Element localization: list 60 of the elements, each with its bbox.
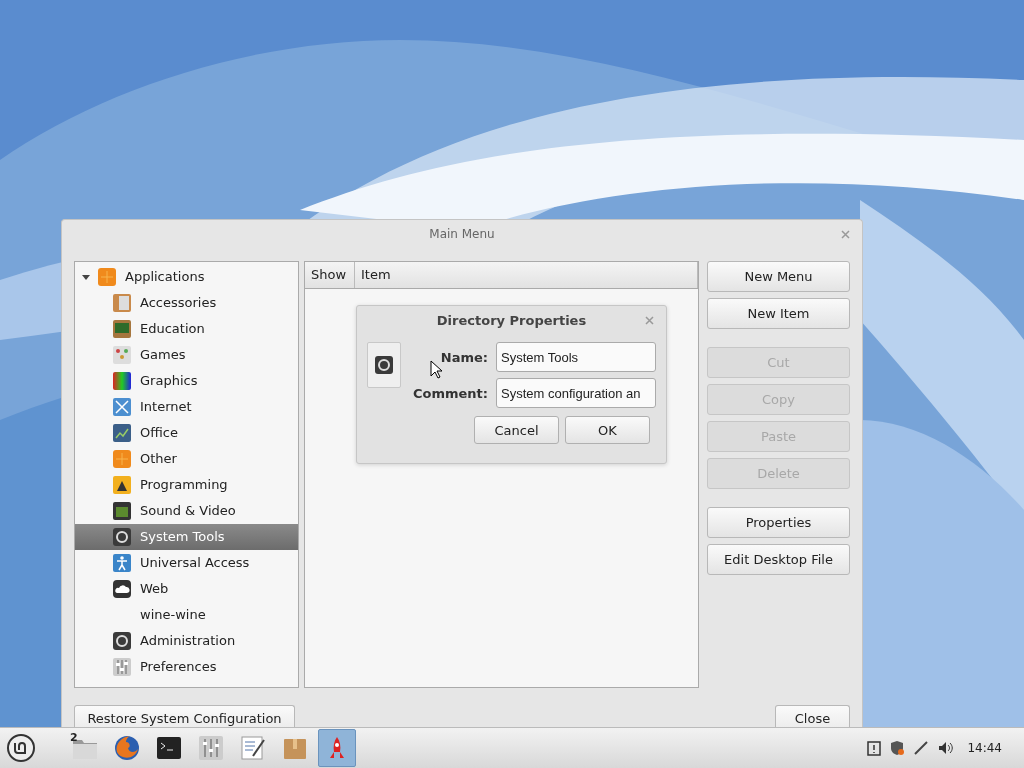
field-label: Comment: (412, 385, 488, 401)
tree-item[interactable]: Administration (140, 633, 236, 649)
tree-item[interactable]: Games (140, 347, 186, 363)
tree-item[interactable]: Sound & Video (140, 503, 236, 519)
restore-button[interactable]: Restore System Configuration (74, 705, 295, 727)
tree-item[interactable]: System Tools (140, 529, 225, 545)
dialog-title: Directory Properties (436, 312, 587, 328)
film-icon (112, 500, 132, 521)
tree-item[interactable]: wine-wine (140, 607, 206, 623)
menu-logo-icon[interactable] (6, 733, 36, 763)
grid-icon (112, 448, 132, 469)
action-button[interactable]: New Menu (707, 260, 850, 292)
tree-item[interactable]: Universal Access (140, 555, 250, 571)
dialog-button[interactable]: OK (565, 416, 650, 444)
workspace-count: 2 (70, 731, 78, 744)
color-palette-icon (112, 370, 132, 391)
tree-item[interactable]: Web (140, 581, 169, 597)
column-header[interactable]: Show (305, 261, 355, 288)
cloud-icon (112, 578, 132, 599)
dice-icon (112, 344, 132, 365)
tree-item[interactable]: Office (140, 425, 178, 441)
chalkboard-icon (112, 318, 132, 339)
clock[interactable]: 14:44 (967, 741, 1002, 755)
tree-item[interactable]: Other (140, 451, 177, 467)
tree-item[interactable]: Accessories (140, 295, 217, 311)
text-field[interactable]: System configuration an (496, 378, 656, 408)
text-editor-icon (239, 734, 267, 762)
shield-icon[interactable] (889, 740, 906, 756)
sliders-icon (112, 656, 132, 677)
selected-row[interactable]: System Tools (75, 523, 298, 550)
terminal-icon (155, 734, 183, 762)
grid-icon (97, 266, 117, 287)
action-button[interactable]: Edit Desktop File (707, 543, 850, 575)
text-field[interactable]: System Tools (496, 342, 656, 372)
tree-item[interactable]: Preferences (140, 659, 217, 675)
column-header[interactable]: Item (355, 261, 698, 288)
tree-item[interactable]: Internet (140, 399, 192, 415)
gear-icon (373, 355, 394, 375)
mixer-icon (197, 734, 225, 762)
tree-item[interactable]: Programming (140, 477, 228, 493)
close-button[interactable]: Close (775, 705, 850, 727)
mouse-pointer-icon (430, 360, 442, 379)
chart-icon (112, 422, 132, 443)
accessibility-icon (112, 552, 132, 573)
gear-icon (112, 630, 132, 651)
action-button[interactable]: Properties (707, 506, 850, 538)
gear-icon (112, 526, 132, 547)
dialog-button[interactable]: Cancel (474, 416, 559, 444)
clipboard-icon[interactable] (867, 740, 882, 756)
tree-item[interactable]: Applications (125, 269, 205, 285)
icon-button[interactable] (367, 342, 401, 388)
action-button[interactable]: New Item (707, 297, 850, 329)
window-title: Main Menu (429, 226, 495, 241)
tree-item[interactable]: Education (140, 321, 205, 337)
field-label: Name: (439, 349, 488, 365)
globe-icon (113, 734, 141, 762)
tree-item[interactable]: Graphics (140, 373, 198, 389)
launcher-button[interactable]: 2 (66, 729, 104, 767)
construction-icon (112, 474, 132, 495)
volume-icon[interactable] (937, 740, 956, 756)
